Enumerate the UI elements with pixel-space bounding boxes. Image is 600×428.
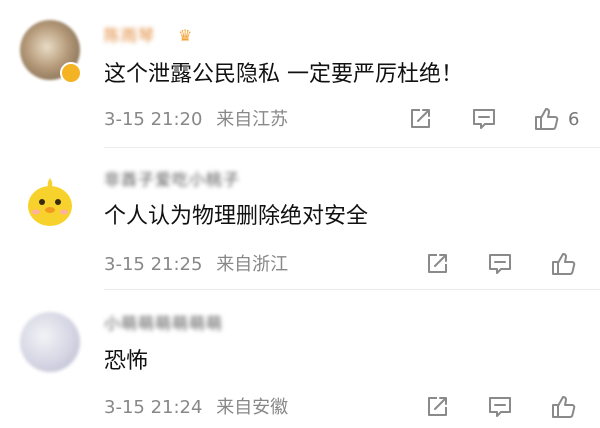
crown-icon: ♛ [178, 26, 193, 45]
thumbs-up-icon[interactable] [550, 394, 576, 420]
share-icon[interactable] [424, 251, 450, 277]
avatar[interactable] [20, 170, 80, 230]
comment-meta: 3-15 21:20 来自江苏 [104, 108, 288, 132]
comment-username[interactable]: 小萌萌萌萌萌萌 [104, 314, 223, 334]
comment-text: 恐怖 [104, 349, 149, 374]
comment-meta: 3-15 21:25 来自浙江 [104, 253, 288, 277]
comment-text: 这个泄露公民隐私 一定要严厉杜绝！ [104, 62, 463, 87]
comment-username[interactable]: 陈雨琴 [104, 26, 155, 46]
comment-time: 3-15 21:25 [104, 254, 203, 275]
vip-badge-icon [60, 62, 82, 84]
share-icon[interactable] [424, 394, 450, 420]
comment-icon[interactable] [471, 106, 497, 132]
comment-location: 来自浙江 [216, 254, 289, 275]
comment-username[interactable]: 非酋子爱吃小桃子 [104, 170, 240, 190]
share-icon[interactable] [407, 106, 433, 132]
comment-time: 3-15 21:20 [104, 109, 203, 130]
like-count: 6 [568, 109, 580, 130]
thumbs-up-icon[interactable] [550, 251, 576, 277]
comment-time: 3-15 21:24 [104, 397, 203, 418]
avatar[interactable] [20, 312, 80, 372]
comment-meta: 3-15 21:24 来自安徽 [104, 396, 288, 420]
comment-icon[interactable] [487, 251, 513, 277]
comment-item: 非酋子爱吃小桃子 个人认为物理删除绝对安全 3-15 21:25 来自浙江 [0, 148, 600, 288]
thumbs-up-icon[interactable] [533, 106, 559, 132]
comment-location: 来自安徽 [216, 397, 289, 418]
comment-item: 小萌萌萌萌萌萌 恐怖 3-15 21:24 来自安徽 [0, 290, 600, 428]
comment-item: 陈雨琴 ♛ 这个泄露公民隐私 一定要严厉杜绝！ 3-15 21:20 来自江苏 … [0, 0, 600, 144]
comment-text: 个人认为物理删除绝对安全 [104, 204, 369, 229]
comment-location: 来自江苏 [216, 109, 289, 130]
comment-icon[interactable] [487, 394, 513, 420]
